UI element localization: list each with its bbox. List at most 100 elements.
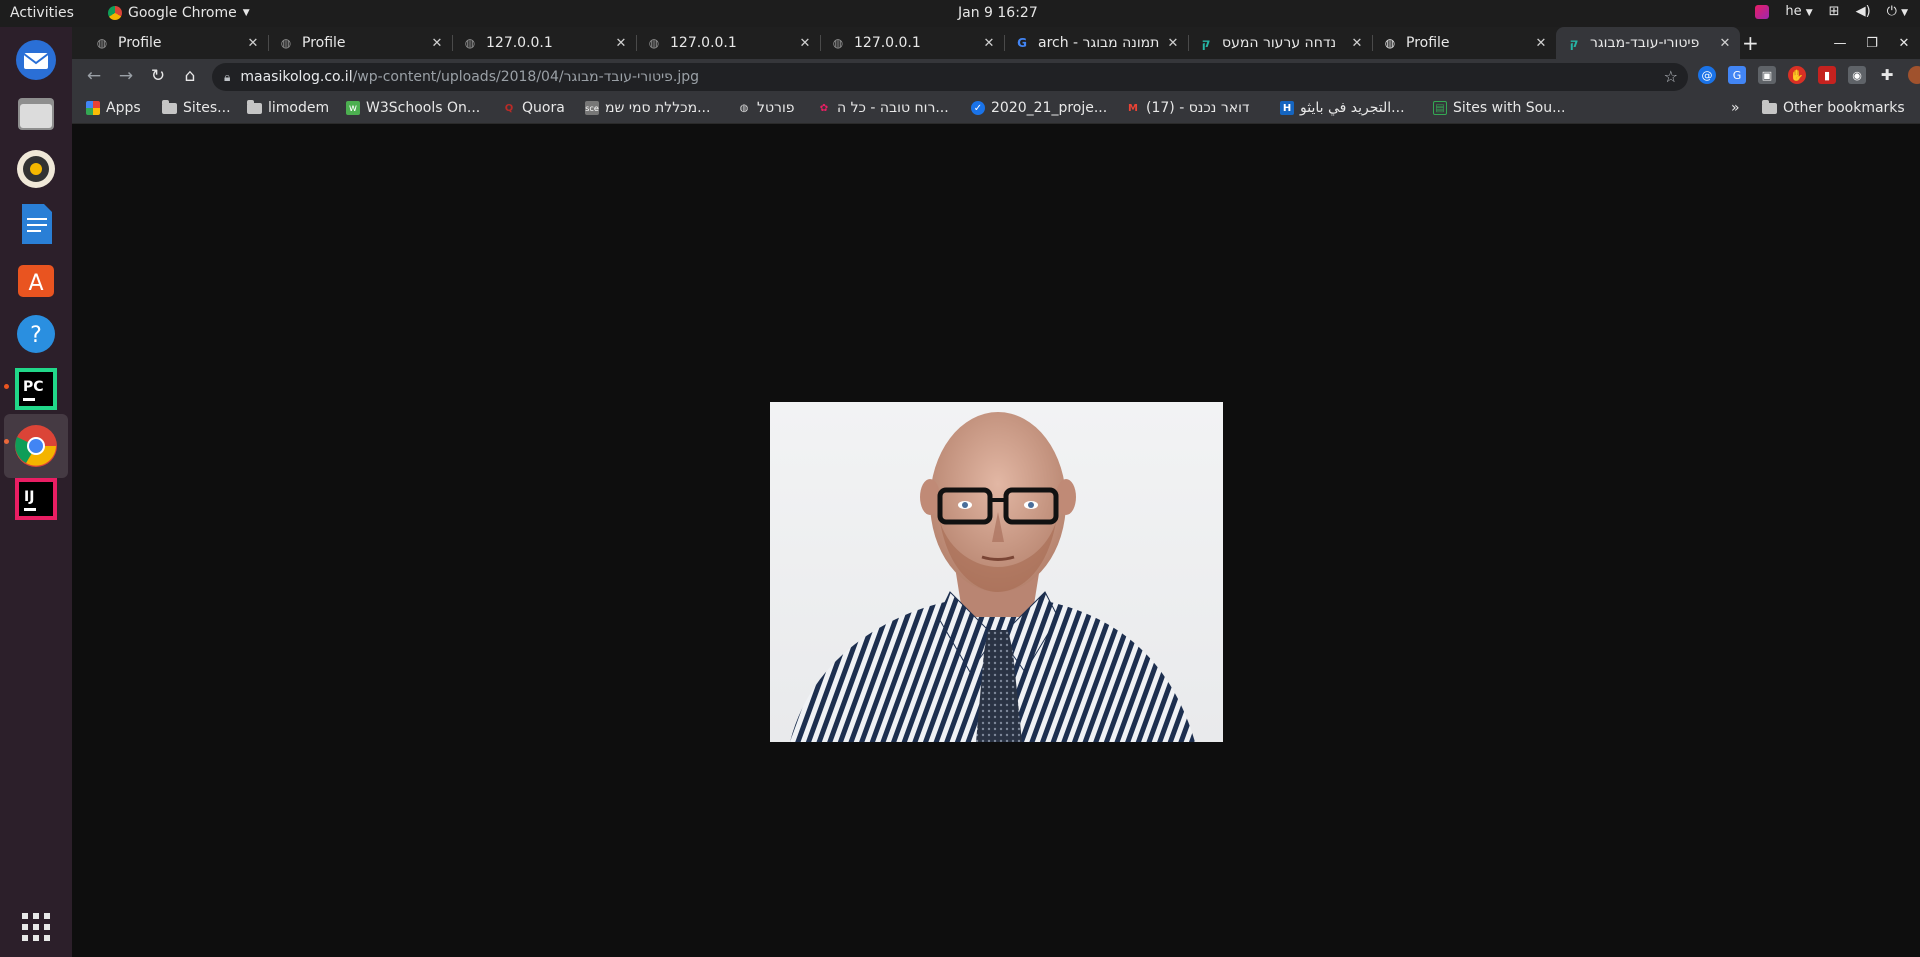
network-icon[interactable]: ⊞ <box>1829 4 1840 19</box>
tab-title: תמונה מבוגר - arch <box>1038 35 1160 51</box>
close-icon[interactable]: ✕ <box>1716 36 1734 51</box>
tab[interactable]: G תמונה מבוגר - arch ✕ <box>1004 27 1189 59</box>
close-icon[interactable]: ✕ <box>244 36 262 51</box>
bookmark-star-icon[interactable]: ☆ <box>1664 67 1678 86</box>
toolbar: ← → ↻ ⌂ 🔒︎ maasikolog.co.il/wp-content/u… <box>72 59 1920 94</box>
input-language[interactable]: he ▼ <box>1785 4 1812 19</box>
show-applications-icon[interactable] <box>12 903 60 951</box>
reload-icon[interactable]: ↻ <box>148 66 168 86</box>
displayed-image[interactable] <box>770 402 1223 742</box>
url-path: /wp-content/uploads/2018/04/פיטורי-עובד-… <box>352 69 700 85</box>
app-menu[interactable]: Google Chrome ▼ <box>108 5 250 21</box>
extension-icon[interactable]: ▣ <box>1758 66 1776 84</box>
puzzle-icon[interactable]: ✚ <box>1878 66 1896 84</box>
tab[interactable]: ◍ 127.0.0.1 ✕ <box>452 27 637 59</box>
bookmark-link[interactable]: ✓ 2020_21_proje... <box>971 100 1107 116</box>
close-icon[interactable]: ✕ <box>1532 36 1550 51</box>
close-icon[interactable]: ✕ <box>980 36 998 51</box>
volume-icon[interactable]: ◀) <box>1856 4 1871 19</box>
maximize-icon[interactable]: ❐ <box>1856 27 1888 59</box>
system-tray[interactable]: he ▼ ⊞ ◀) ⏻ ▼ <box>1755 4 1908 19</box>
close-window-icon[interactable]: ✕ <box>1888 27 1920 59</box>
bookmark-link[interactable]: ◍ פורטל <box>737 100 795 116</box>
tab[interactable]: ק נדחה ערעור המעס ✕ <box>1188 27 1373 59</box>
home-icon[interactable]: ⌂ <box>180 66 200 86</box>
bookmark-label: W3Schools On... <box>366 100 481 116</box>
bookmark-label: limodem <box>268 100 330 116</box>
chrome-dock-icon[interactable] <box>4 414 68 478</box>
svg-text:?: ? <box>30 323 42 348</box>
extension-icon[interactable]: ▮ <box>1818 66 1836 84</box>
svg-text:PC: PC <box>23 379 44 395</box>
other-bookmarks[interactable]: Other bookmarks <box>1762 99 1905 116</box>
tab[interactable]: ◍ Profile ✕ <box>1372 27 1556 59</box>
power-icon[interactable]: ⏻ ▼ <box>1887 4 1908 19</box>
intellij-icon[interactable]: IJ <box>12 475 60 523</box>
bookmark-link[interactable]: M דואר נכנס - (17) <box>1126 100 1250 116</box>
bookmark-label: التجريد في بايثو... <box>1300 100 1405 116</box>
files-icon[interactable] <box>12 90 60 138</box>
activities-button[interactable]: Activities <box>10 5 74 21</box>
bookmark-link[interactable]: H التجريد في بايثو... <box>1280 100 1405 116</box>
globe-icon: ◍ <box>464 36 476 50</box>
other-bookmarks-label: Other bookmarks <box>1783 100 1905 116</box>
tab[interactable]: ◍ 127.0.0.1 ✕ <box>820 27 1005 59</box>
tab[interactable]: ◍ 127.0.0.1 ✕ <box>636 27 821 59</box>
pycharm-icon[interactable]: PC <box>12 365 60 413</box>
close-icon[interactable]: ✕ <box>1164 36 1182 51</box>
back-icon[interactable]: ← <box>84 66 104 86</box>
ubuntu-dock: A ? PC IJ <box>0 27 72 957</box>
site-icon: ק <box>1201 36 1211 50</box>
globe-icon: ◍ <box>280 36 292 50</box>
new-tab-button[interactable]: + <box>1742 31 1759 55</box>
gmail-icon: M <box>1128 102 1138 114</box>
google-icon: G <box>1017 36 1027 50</box>
tab-active[interactable]: ק פיטורי-עובד-מבוגר ✕ <box>1556 27 1740 59</box>
globe-icon: ◍ <box>648 36 660 50</box>
screenshot-icon[interactable]: ◉ <box>1848 66 1866 84</box>
translate-icon[interactable]: G <box>1728 66 1746 84</box>
bookmark-label: Apps <box>106 100 141 116</box>
bookmarks-overflow[interactable]: » <box>1731 100 1740 116</box>
bookmark-folder[interactable]: limodem <box>247 99 330 116</box>
bookmark-link[interactable]: sce מכללת סמי שמ... <box>585 100 710 116</box>
bookmark-label: 2020_21_proje... <box>991 100 1108 116</box>
h-icon: H <box>1280 101 1294 115</box>
bookmark-link[interactable]: ▤ Sites with Sou... <box>1433 100 1565 116</box>
globe-icon: ◍ <box>832 36 844 50</box>
close-icon[interactable]: ✕ <box>428 36 446 51</box>
avatar[interactable] <box>1908 66 1920 84</box>
sce-icon: sce <box>585 101 599 115</box>
site-icon: ק <box>1569 36 1579 50</box>
close-icon[interactable]: ✕ <box>612 36 630 51</box>
bookmark-folder[interactable]: Sites... <box>162 99 231 116</box>
address-bar[interactable]: 🔒︎ maasikolog.co.il/wp-content/uploads/2… <box>212 63 1688 91</box>
close-icon[interactable]: ✕ <box>1348 36 1366 51</box>
bookmark-link[interactable]: Q Quora <box>502 100 565 116</box>
tab-title: Profile <box>1406 35 1450 51</box>
help-icon[interactable]: ? <box>12 310 60 358</box>
lock-icon[interactable]: 🔒︎ <box>224 70 230 85</box>
app-indicator-icon[interactable] <box>1755 4 1770 19</box>
tab[interactable]: ◍ Profile ✕ <box>84 27 269 59</box>
extension-icon[interactable]: @ <box>1698 66 1716 84</box>
clock[interactable]: Jan 9 16:27 <box>958 5 1038 21</box>
tab-title: Profile <box>302 35 346 51</box>
tab-strip: ◍ Profile ✕ ◍ Profile ✕ ◍ 127.0.0.1 ✕ ◍ … <box>72 27 1920 59</box>
rhythmbox-icon[interactable] <box>12 145 60 193</box>
bookmark-link[interactable]: ✿ רוח טובה - כל ה... <box>817 100 949 116</box>
close-icon[interactable]: ✕ <box>796 36 814 51</box>
software-center-icon[interactable]: A <box>12 255 60 303</box>
bookmark-apps[interactable]: Apps <box>86 100 141 116</box>
forward-icon[interactable]: → <box>116 66 136 86</box>
chevron-down-icon: ▼ <box>1805 8 1813 18</box>
tab[interactable]: ◍ Profile ✕ <box>268 27 453 59</box>
thunderbird-icon[interactable] <box>12 36 60 84</box>
folder-icon <box>247 99 262 114</box>
minimize-icon[interactable]: — <box>1824 27 1856 59</box>
extension-icon[interactable]: ✋ <box>1788 66 1806 84</box>
url-host: maasikolog.co.il <box>240 69 353 85</box>
bookmark-label: דואר נכנס - (17) <box>1146 100 1250 116</box>
bookmark-link[interactable]: w W3Schools On... <box>346 100 480 116</box>
writer-icon[interactable] <box>12 200 60 248</box>
